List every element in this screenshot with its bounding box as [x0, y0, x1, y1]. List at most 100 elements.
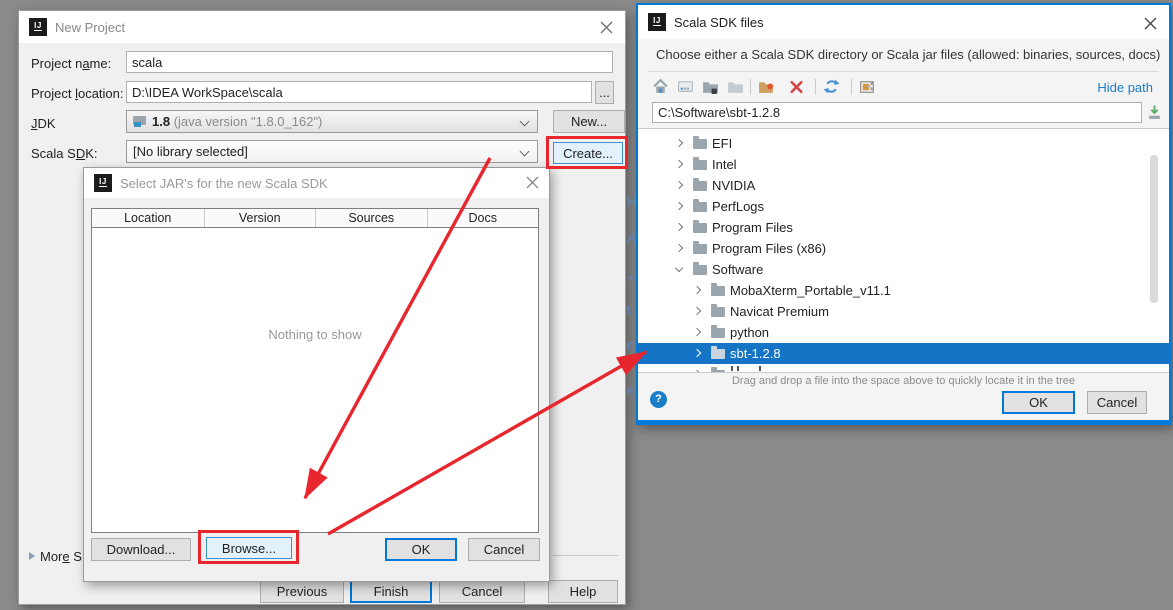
- chevron-right-icon[interactable]: [675, 223, 683, 231]
- select-jars-titlebar: IJ Select JAR's for the new Scala SDK: [84, 168, 549, 198]
- chevron-right-icon[interactable]: [675, 139, 683, 147]
- clipped-text: [759, 366, 761, 371]
- desktop-icon[interactable]: [677, 78, 694, 95]
- tree-item-sbt-1.2.8[interactable]: sbt-1.2.8: [638, 343, 1169, 364]
- location-browse-button[interactable]: ...: [595, 81, 614, 104]
- tree-item-partial[interactable]: [638, 364, 1169, 373]
- tree-item-python[interactable]: python: [638, 322, 1169, 343]
- show-modules-icon[interactable]: [859, 78, 876, 95]
- refresh-icon[interactable]: [823, 78, 840, 95]
- background-text-fragments: H Al + t n e: [627, 0, 636, 610]
- tree-item-efi[interactable]: EFI: [638, 133, 1169, 154]
- chevron-right-icon[interactable]: [675, 202, 683, 210]
- drag-drop-hint: Drag and drop a file into the space abov…: [638, 375, 1169, 387]
- download-button[interactable]: Download...: [91, 538, 191, 561]
- jdk-label: JDK: [31, 116, 56, 131]
- folder-icon: [693, 139, 707, 149]
- toolbar-divider: [815, 79, 816, 95]
- tree-item-nvidia[interactable]: NVIDIA: [638, 175, 1169, 196]
- collapse-folder-icon[interactable]: [702, 78, 719, 95]
- cancel-button[interactable]: Cancel: [468, 538, 540, 561]
- tree-item-intel[interactable]: Intel: [638, 154, 1169, 175]
- close-icon[interactable]: [600, 21, 613, 34]
- locate-file-icon[interactable]: [1146, 104, 1163, 121]
- more-settings-label[interactable]: More S: [40, 549, 82, 564]
- chevron-right-icon[interactable]: [693, 286, 701, 294]
- chevron-right-icon[interactable]: [693, 307, 701, 315]
- jar-table-header: Location Version Sources Docs: [92, 209, 538, 228]
- jdk-version: 1.8: [152, 114, 170, 129]
- chevron-right-icon[interactable]: [675, 244, 683, 252]
- divider: [648, 71, 1159, 72]
- tree-item-program-files-x86[interactable]: Program Files (x86): [638, 238, 1169, 259]
- previous-button[interactable]: Previous: [260, 580, 344, 603]
- tree-item-software[interactable]: Software: [638, 259, 1169, 280]
- intellij-logo-icon: IJ: [29, 18, 47, 36]
- more-settings-expander-icon[interactable]: [29, 552, 35, 560]
- tree-item-program-files[interactable]: Program Files: [638, 217, 1169, 238]
- intellij-logo-icon: IJ: [94, 174, 112, 192]
- clipped-text: [737, 366, 739, 371]
- project-name-input[interactable]: [126, 51, 613, 73]
- project-location-input[interactable]: [126, 81, 592, 103]
- folder-icon: [711, 286, 725, 296]
- cancel-button[interactable]: Cancel: [1087, 391, 1147, 414]
- folder-icon: [693, 265, 707, 275]
- close-icon[interactable]: [526, 176, 539, 189]
- ok-button[interactable]: OK: [385, 538, 457, 561]
- scala-sdk-label: Scala SDK:: [31, 146, 98, 161]
- chevron-right-icon[interactable]: [693, 370, 701, 373]
- folder-icon: [693, 181, 707, 191]
- sdk-files-titlebar: IJ Scala SDK files: [638, 5, 1169, 39]
- chevron-right-icon[interactable]: [675, 181, 683, 189]
- scala-sdk-files-dialog: IJ Scala SDK files Choose either a Scala…: [636, 3, 1171, 425]
- chevron-down-icon: [520, 147, 530, 157]
- scrollbar[interactable]: [1150, 155, 1158, 303]
- chevron-right-icon[interactable]: [693, 349, 701, 357]
- empty-table-message: Nothing to show: [268, 327, 361, 342]
- cancel-button[interactable]: Cancel: [439, 580, 525, 603]
- hide-path-link[interactable]: Hide path: [1097, 80, 1153, 95]
- jdk-new-button[interactable]: New...: [553, 110, 625, 133]
- intellij-logo-icon: IJ: [648, 13, 666, 31]
- scala-sdk-select[interactable]: [No library selected]: [126, 140, 538, 163]
- folder-icon: [693, 160, 707, 170]
- project-location-label: Project location:: [31, 86, 124, 101]
- sdk-files-subtitle: Choose either a Scala SDK directory or S…: [656, 47, 1160, 62]
- new-project-titlebar: IJ New Project: [19, 11, 625, 43]
- text-fragment: Al: [627, 230, 636, 246]
- jdk-icon: [133, 116, 146, 127]
- tree-item-mobaxterm[interactable]: MobaXterm_Portable_v11.1: [638, 280, 1169, 301]
- jar-table: Location Version Sources Docs Nothing to…: [91, 208, 539, 533]
- text-fragment: t: [627, 302, 631, 318]
- folder-icon: [693, 244, 707, 254]
- column-location[interactable]: Location: [92, 209, 204, 227]
- folder-icon: [711, 349, 725, 359]
- help-button[interactable]: Help: [548, 580, 618, 603]
- browse-button[interactable]: Browse...: [206, 537, 292, 559]
- home-icon[interactable]: [652, 78, 669, 95]
- folder-icon: [711, 307, 725, 317]
- tree-item-navicat-premium[interactable]: Navicat Premium: [638, 301, 1169, 322]
- folder-icon: [711, 370, 725, 373]
- new-folder-icon[interactable]: [758, 78, 775, 95]
- select-jars-title: Select JAR's for the new Scala SDK: [120, 176, 328, 191]
- column-sources[interactable]: Sources: [315, 209, 427, 227]
- finish-button[interactable]: Finish: [350, 580, 432, 603]
- column-docs[interactable]: Docs: [427, 209, 539, 227]
- jdk-detail: (java version "1.8.0_162"): [170, 114, 322, 129]
- path-input[interactable]: [652, 102, 1142, 123]
- jdk-select[interactable]: 1.8 (java version "1.8.0_162"): [126, 110, 538, 133]
- help-icon[interactable]: ?: [650, 391, 667, 408]
- chevron-right-icon[interactable]: [693, 328, 701, 336]
- delete-icon[interactable]: [788, 78, 805, 95]
- column-version[interactable]: Version: [204, 209, 316, 227]
- close-icon[interactable]: [1144, 17, 1157, 30]
- chevron-down-icon: [520, 117, 530, 127]
- ok-button[interactable]: OK: [1002, 391, 1075, 414]
- chevron-down-icon[interactable]: [675, 264, 683, 272]
- scala-sdk-create-button[interactable]: Create...: [553, 142, 623, 164]
- tree-item-perflogs[interactable]: PerfLogs: [638, 196, 1169, 217]
- folder-icon[interactable]: [727, 78, 744, 95]
- chevron-right-icon[interactable]: [675, 160, 683, 168]
